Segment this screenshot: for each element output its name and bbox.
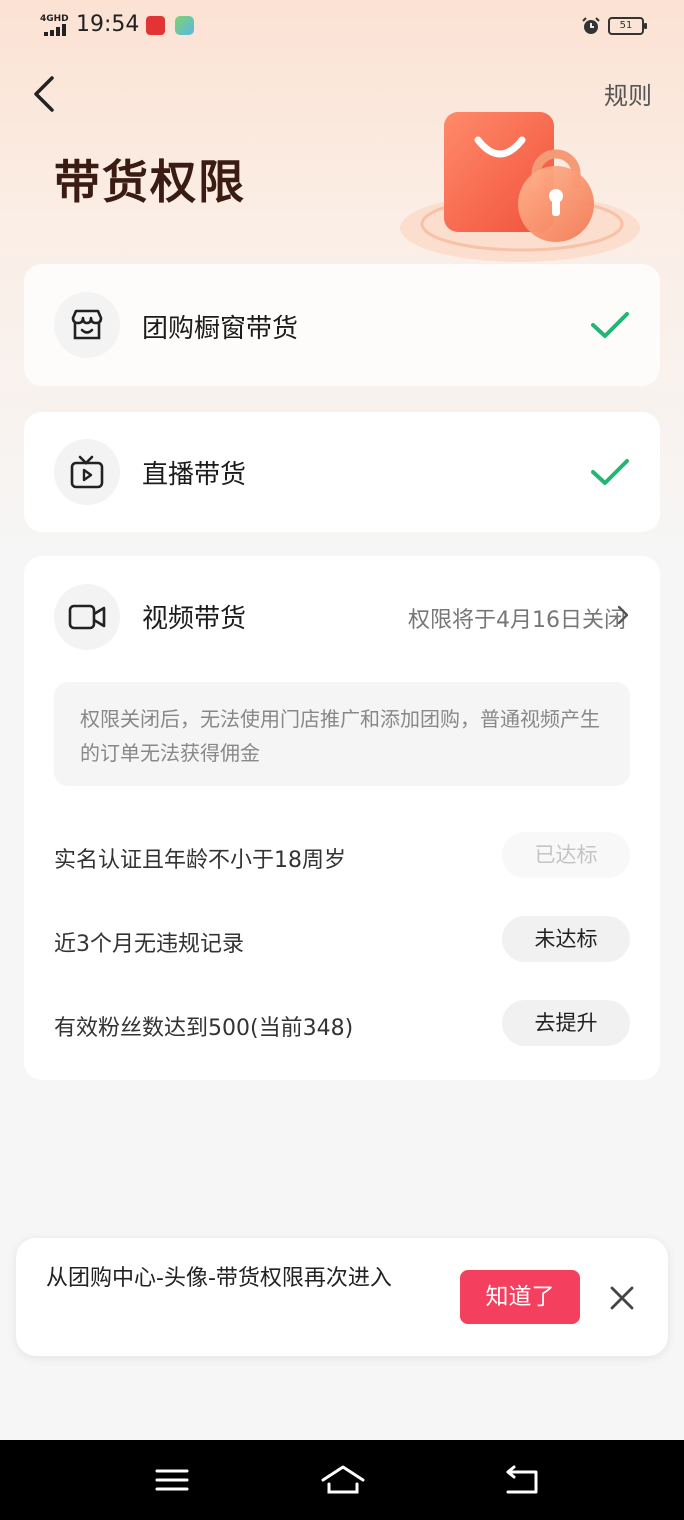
alarm-icon	[582, 17, 600, 34]
got-it-button[interactable]: 知道了	[460, 1270, 580, 1324]
close-icon[interactable]	[606, 1282, 638, 1314]
back-arrow-icon[interactable]	[26, 72, 66, 116]
status-bar: 4GHD 19:54 51	[0, 0, 684, 54]
icon-badge	[54, 439, 120, 505]
battery-icon: 51	[608, 17, 647, 35]
app-notification-icon	[146, 16, 165, 35]
permission-label: 直播带货	[142, 460, 247, 490]
network-type: 4GHD	[40, 14, 69, 24]
permission-label: 视频带货	[142, 604, 247, 634]
page-title: 带货权限	[54, 155, 246, 209]
permission-card-video: 视频带货 权限将于4月16日关闭 权限关闭后，无法使用门店推广和添加团购，普通视…	[24, 556, 660, 1080]
permission-label: 团购橱窗带货	[142, 314, 299, 344]
requirement-label: 有效粉丝数达到500(当前348)	[54, 1016, 354, 1041]
live-tv-icon	[70, 455, 104, 489]
permission-card-live: 直播带货	[24, 412, 660, 532]
check-icon	[591, 459, 629, 485]
icon-badge	[54, 292, 120, 358]
requirement-label: 实名认证且年龄不小于18周岁	[54, 848, 346, 873]
tip-toast: 从团购中心-头像-带货权限再次进入 知道了	[16, 1238, 668, 1356]
requirement-label: 近3个月无违规记录	[54, 932, 244, 957]
notice-text: 权限关闭后，无法使用门店推广和添加团购，普通视频产生的订单无法获得佣金	[54, 682, 630, 786]
home-icon[interactable]	[320, 1462, 366, 1498]
app-notification-icon	[175, 16, 194, 35]
status-time: 19:54	[76, 12, 140, 37]
chevron-right-icon	[617, 605, 629, 625]
requirement-row: 近3个月无违规记录 未达标	[54, 916, 630, 964]
battery-level: 51	[619, 20, 633, 31]
video-camera-icon	[68, 604, 106, 630]
system-nav-bar	[0, 1440, 684, 1520]
requirement-status-button: 已达标	[502, 832, 630, 878]
check-icon	[591, 312, 629, 338]
improve-button[interactable]: 去提升	[502, 1000, 630, 1046]
requirement-row: 有效粉丝数达到500(当前348) 去提升	[54, 1000, 630, 1048]
shopping-bag-lock-illustration	[400, 112, 640, 262]
icon-badge	[54, 584, 120, 650]
close-date-note: 权限将于4月16日关闭	[408, 608, 626, 633]
store-icon	[71, 309, 103, 340]
signal-icon	[44, 24, 70, 36]
permission-card-groupbuy: 团购橱窗带货	[24, 264, 660, 386]
requirement-row: 实名认证且年龄不小于18周岁 已达标	[54, 832, 630, 880]
menu-icon[interactable]	[152, 1462, 192, 1498]
toast-message: 从团购中心-头像-带货权限再次进入	[46, 1266, 392, 1291]
requirement-status-button[interactable]: 未达标	[502, 916, 630, 962]
back-nav-icon[interactable]	[502, 1462, 542, 1498]
